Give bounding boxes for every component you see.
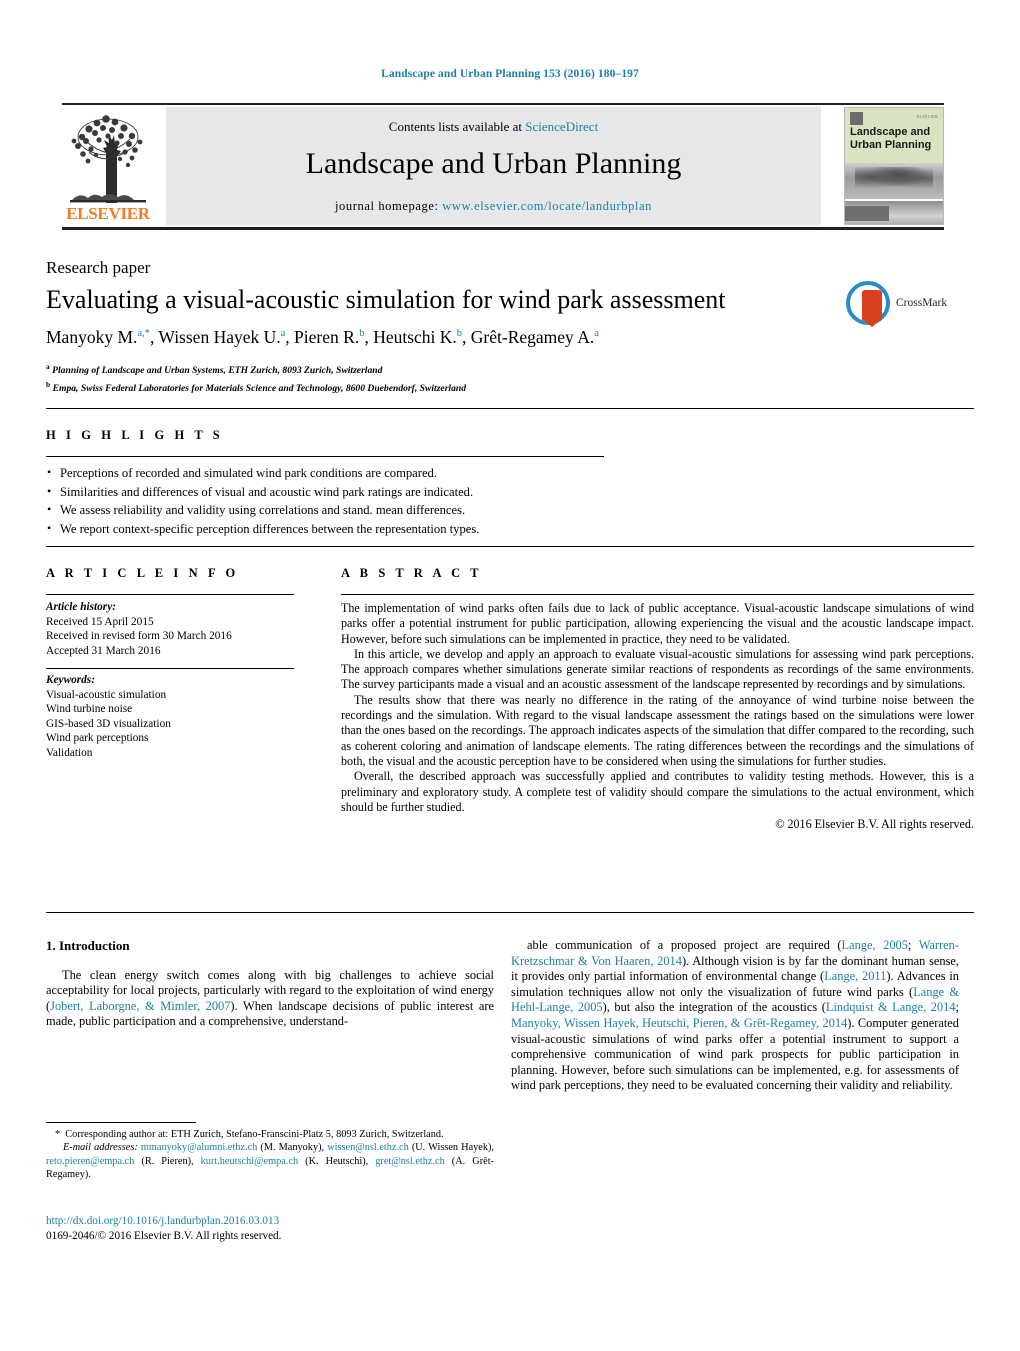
history-revised: Received in revised form 30 March 2016 bbox=[46, 630, 232, 643]
cover-photo-trees bbox=[845, 163, 943, 199]
article-history-label: Article history: bbox=[46, 601, 116, 613]
keywords-rule bbox=[46, 668, 294, 669]
highlights-rule bbox=[46, 456, 604, 457]
cover-mini-wordmark: ELSEVIER bbox=[916, 114, 938, 119]
doi-block: http://dx.doi.org/10.1016/j.landurbplan.… bbox=[46, 1214, 494, 1243]
intro-paragraph-right: able communication of a proposed project… bbox=[511, 938, 960, 1093]
section-heading-introduction: 1. Introduction bbox=[46, 938, 130, 953]
keyword-item: Wind park perceptions bbox=[46, 732, 149, 745]
email-addresses-label: E-mail addresses: bbox=[63, 1142, 138, 1154]
list-item: Perceptions of recorded and simulated wi… bbox=[46, 463, 646, 483]
cover-title: Landscape and Urban Planning bbox=[850, 126, 931, 152]
footnote-block: * Corresponding author at: ETH Zurich, S… bbox=[46, 1128, 494, 1182]
keyword-item: Validation bbox=[46, 746, 93, 759]
email-addresses-note: E-mail addresses: mmanyoky@alumni.ethz.c… bbox=[46, 1141, 494, 1181]
journal-cover-thumbnail: ELSEVIER Landscape and Urban Planning bbox=[844, 107, 944, 225]
article-type: Research paper bbox=[46, 258, 151, 277]
body-column-right: able communication of a proposed project… bbox=[511, 938, 959, 1094]
cover-photo-road bbox=[845, 201, 943, 224]
cover-title-line1: Landscape and bbox=[850, 126, 931, 138]
affiliation-b: b Empa, Swiss Federal Laboratories for M… bbox=[46, 379, 467, 394]
crossmark-icon bbox=[846, 281, 890, 327]
abstract-body: The implementation of wind parks often f… bbox=[341, 601, 974, 832]
history-received: Received 15 April 2015 bbox=[46, 615, 154, 628]
crossmark-badge[interactable]: CrossMark bbox=[846, 281, 966, 327]
divider-abstract-body bbox=[46, 912, 974, 913]
abstract-paragraph: Overall, the described approach was succ… bbox=[341, 769, 974, 814]
keywords-label: Keywords: bbox=[46, 674, 95, 686]
masthead-center-panel: Contents lists available at ScienceDirec… bbox=[166, 107, 821, 225]
homepage-url[interactable]: www.elsevier.com/locate/landurbplan bbox=[442, 199, 652, 213]
keyword-item: Wind turbine noise bbox=[46, 703, 133, 716]
intro-paragraph-left: The clean energy switch comes along with… bbox=[46, 967, 494, 1029]
elsevier-wordmark: ELSEVIER bbox=[66, 204, 150, 223]
keyword-item: Visual-acoustic simulation bbox=[46, 688, 167, 701]
cover-publisher-mark bbox=[850, 112, 863, 125]
affiliation-a: a Planning of Landscape and Urban System… bbox=[46, 362, 383, 377]
divider-title-highlights bbox=[46, 408, 974, 409]
history-accepted: Accepted 31 March 2016 bbox=[46, 644, 161, 657]
article-history: Article history: Received 15 April 2015 … bbox=[46, 600, 306, 658]
list-item: We report context-specific perception di… bbox=[46, 519, 646, 539]
homepage-label: journal homepage: bbox=[334, 199, 439, 213]
list-item: We assess reliability and validity using… bbox=[46, 500, 646, 520]
journal-title: Landscape and Urban Planning bbox=[305, 147, 682, 180]
author-list: Manyoky M.a,*, Wissen Hayek U.a, Pieren … bbox=[46, 327, 599, 347]
sciencedirect-link[interactable]: ScienceDirect bbox=[525, 119, 598, 134]
abstract-paragraph: The implementation of wind parks often f… bbox=[341, 601, 974, 646]
keywords-block: Keywords: Visual-acoustic simulation Win… bbox=[46, 673, 306, 761]
issn-copyright-line: 0169-2046/© 2016 Elsevier B.V. All right… bbox=[46, 1229, 282, 1242]
affiliations: a Planning of Landscape and Urban System… bbox=[46, 360, 846, 395]
footnote-rule bbox=[46, 1122, 196, 1123]
crossmark-bookmark-shape bbox=[862, 290, 882, 327]
crossmark-label: CrossMark bbox=[896, 297, 948, 309]
affiliation-a-text: Planning of Landscape and Urban Systems,… bbox=[52, 365, 383, 377]
abstract-copyright: © 2016 Elsevier B.V. All rights reserved… bbox=[775, 817, 974, 832]
highlights-list: Perceptions of recorded and simulated wi… bbox=[46, 463, 646, 539]
journal-masthead: ELSEVIER Contents lists available at Sci… bbox=[62, 103, 944, 230]
paper-page: Landscape and Urban Planning 153 (2016) … bbox=[0, 0, 1020, 1351]
highlights-heading: H I G H L I G H T S bbox=[46, 428, 224, 442]
divider-highlights-info bbox=[46, 546, 974, 547]
keyword-item: GIS-based 3D visualization bbox=[46, 717, 171, 730]
abstract-paragraph: In this article, we develop and apply an… bbox=[341, 646, 974, 692]
doi-link[interactable]: http://dx.doi.org/10.1016/j.landurbplan.… bbox=[46, 1214, 494, 1229]
article-info-rule bbox=[46, 594, 294, 595]
body-column-left: 1. Introduction The clean energy switch … bbox=[46, 938, 494, 1030]
affiliation-b-text: Empa, Swiss Federal Laboratories for Mat… bbox=[52, 382, 467, 394]
elsevier-logo: ELSEVIER bbox=[62, 107, 154, 225]
article-info-heading: A R T I C L E I N F O bbox=[46, 566, 239, 580]
cover-title-line2: Urban Planning bbox=[850, 139, 932, 151]
corresponding-author-note: * Corresponding author at: ETH Zurich, S… bbox=[55, 1129, 444, 1140]
list-item: Similarities and differences of visual a… bbox=[46, 482, 646, 502]
running-head: Landscape and Urban Planning 153 (2016) … bbox=[381, 68, 639, 80]
page-title: Evaluating a visual-acoustic simulation … bbox=[46, 285, 726, 314]
journal-homepage-line: journal homepage: www.elsevier.com/locat… bbox=[166, 199, 821, 214]
abstract-paragraph: The results show that there was nearly n… bbox=[341, 692, 974, 768]
contents-prefix: Contents lists available at bbox=[388, 119, 526, 134]
abstract-heading: A B S T R A C T bbox=[341, 566, 483, 580]
abstract-rule bbox=[341, 594, 974, 595]
contents-available-line: Contents lists available at ScienceDirec… bbox=[166, 119, 821, 135]
